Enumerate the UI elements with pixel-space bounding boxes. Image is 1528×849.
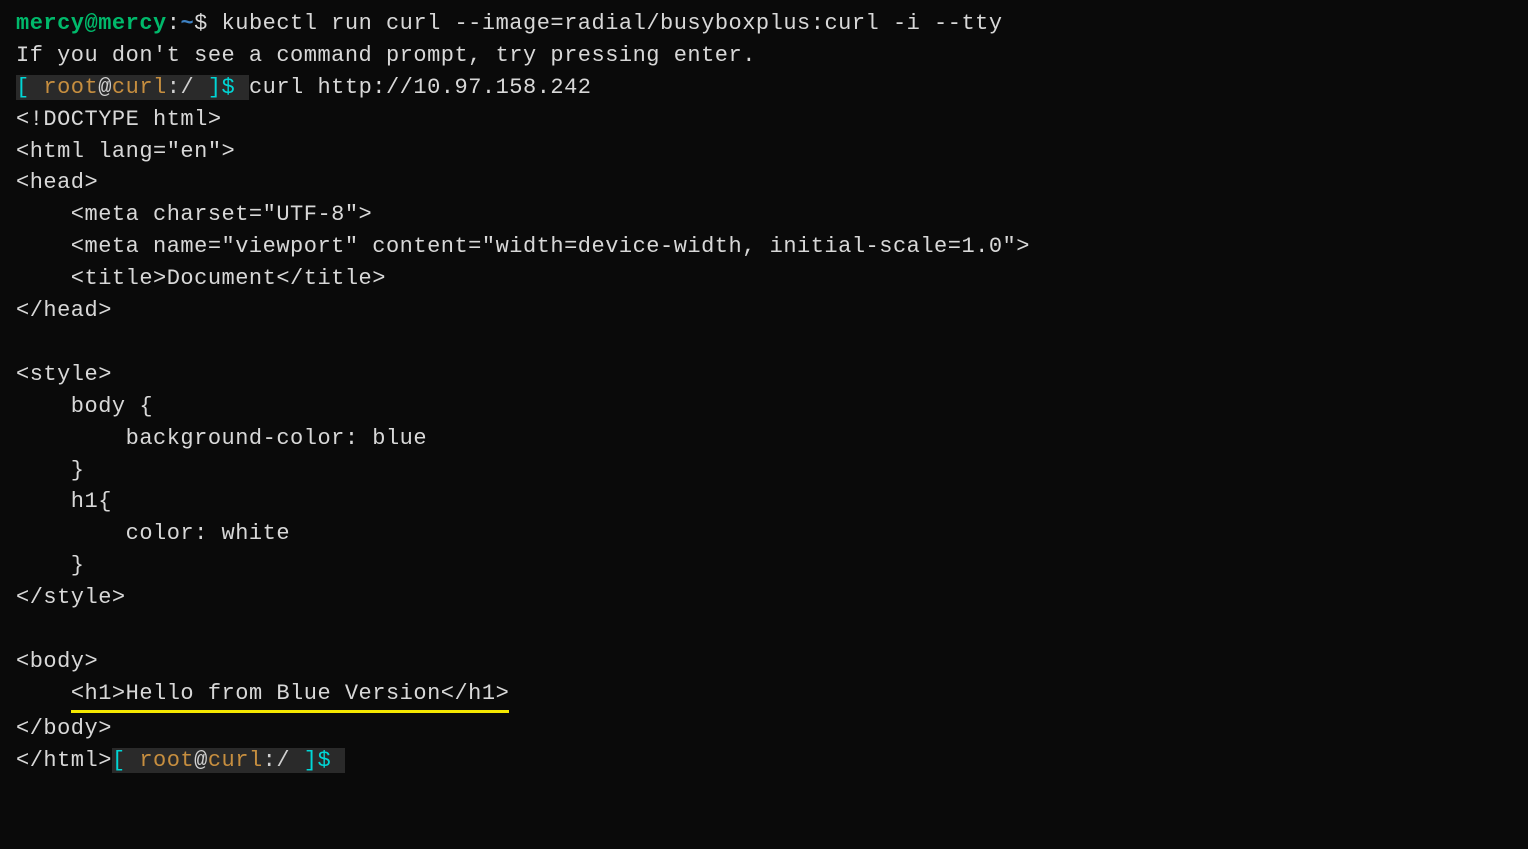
css-color: color: white <box>16 518 1512 550</box>
end-at: @ <box>194 748 208 773</box>
h1-highlighted: <h1>Hello from Blue Version</h1> <box>71 678 509 713</box>
prompt-colon: : <box>167 75 181 100</box>
css-bg-color: background-color: blue <box>16 423 1512 455</box>
html-close: </html> <box>16 748 112 773</box>
prompt-user: root <box>43 75 98 100</box>
end-dollar: $ <box>317 748 344 773</box>
terminal-output: mercy@mercy:~$ kubectl run curl --image=… <box>16 8 1512 777</box>
css-h1-open: h1{ <box>16 486 1512 518</box>
blank-line-2 <box>16 614 1512 646</box>
h1-indent <box>16 681 71 706</box>
user-host: mercy@mercy <box>16 11 167 36</box>
style-close: </style> <box>16 582 1512 614</box>
bracket-open: [ <box>16 75 43 100</box>
body-open: <body> <box>16 646 1512 678</box>
dollar-sign: $ <box>194 11 221 36</box>
meta-viewport: <meta name="viewport" content="width=dev… <box>16 231 1512 263</box>
path: ~ <box>180 11 194 36</box>
prompt-path: / <box>180 75 194 100</box>
css-body-close: } <box>16 455 1512 487</box>
end-user: root <box>139 748 194 773</box>
meta-charset: <meta charset="UTF-8"> <box>16 199 1512 231</box>
style-open: <style> <box>16 359 1512 391</box>
body-close: </body> <box>16 713 1512 745</box>
html-tag-open: <html lang="en"> <box>16 136 1512 168</box>
prompt-host: curl <box>112 75 167 100</box>
command-text: kubectl run curl --image=radial/busyboxp… <box>222 11 1003 36</box>
prompt-line-2[interactable]: [ root@curl:/ ]$ curl http://10.97.158.2… <box>16 72 1512 104</box>
end-path: / <box>276 748 290 773</box>
info-line: If you don't see a command prompt, try p… <box>16 40 1512 72</box>
prompt-line-1[interactable]: mercy@mercy:~$ kubectl run curl --image=… <box>16 8 1512 40</box>
prompt-dollar: $ <box>222 75 249 100</box>
end-host: curl <box>208 748 263 773</box>
curl-command: curl http://10.97.158.242 <box>249 75 592 100</box>
at-sign: @ <box>98 75 112 100</box>
blank-line <box>16 327 1512 359</box>
final-line[interactable]: </html>[ root@curl:/ ]$ <box>16 745 1512 777</box>
bracket-close: ] <box>194 75 221 100</box>
colon: : <box>167 11 181 36</box>
head-close: </head> <box>16 295 1512 327</box>
title-tag: <title>Document</title> <box>16 263 1512 295</box>
html-doctype: <!DOCTYPE html> <box>16 104 1512 136</box>
end-colon: : <box>263 748 277 773</box>
h1-line: <h1>Hello from Blue Version</h1> <box>16 678 1512 713</box>
end-bracket-open: [ <box>112 748 139 773</box>
css-h1-close: } <box>16 550 1512 582</box>
head-open: <head> <box>16 167 1512 199</box>
end-bracket-close: ] <box>290 748 317 773</box>
css-body-open: body { <box>16 391 1512 423</box>
